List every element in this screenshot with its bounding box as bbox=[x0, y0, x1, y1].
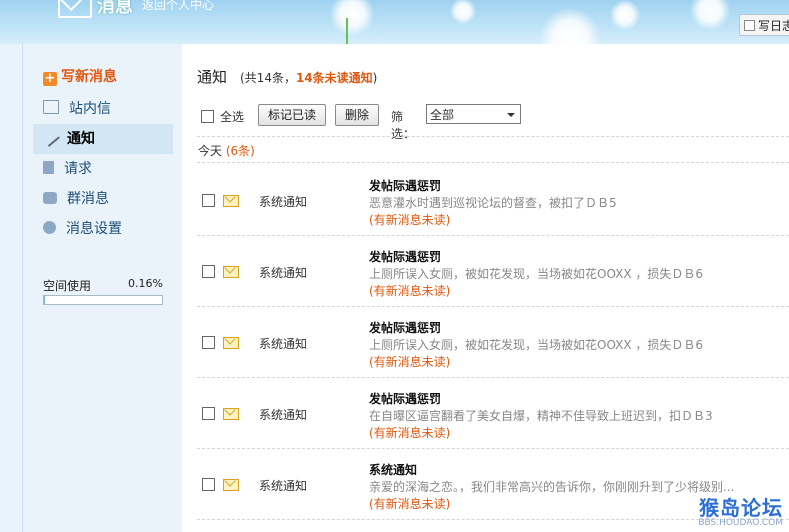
dandelion-decoration bbox=[610, 0, 640, 30]
divider bbox=[197, 235, 789, 236]
notification-row[interactable]: 系统通知 发帖际遇惩罚 恶意灌水时遇到巡视论坛的督查，被扣了ＤＢ5 (有新消息未… bbox=[197, 177, 789, 247]
dandelion-decoration bbox=[330, 0, 374, 36]
sidebar-item-message-settings[interactable]: 消息设置 bbox=[33, 214, 173, 244]
write-diary-button[interactable]: 写日志 bbox=[739, 14, 789, 36]
select-all[interactable]: 全选 bbox=[201, 108, 244, 125]
row-checkbox[interactable] bbox=[202, 478, 215, 491]
divider bbox=[197, 306, 789, 307]
main-panel: 通知 (共14条，14条未读通知) 全选 标记已读 删除 筛选： 全部 今天 (… bbox=[182, 44, 789, 532]
space-usage-bar bbox=[43, 295, 163, 305]
compose-message-button[interactable]: + 写新消息 bbox=[43, 66, 117, 86]
back-to-profile-link[interactable]: 返回个人中心 bbox=[142, 0, 214, 13]
unread-status[interactable]: (有新消息未读) bbox=[369, 495, 450, 512]
mark-read-button[interactable]: 标记已读 bbox=[258, 104, 326, 126]
count-prefix: (共14条， bbox=[240, 71, 296, 85]
delete-button[interactable]: 删除 bbox=[335, 104, 379, 126]
notification-title[interactable]: 系统通知 bbox=[369, 461, 417, 478]
compose-label: 写新消息 bbox=[61, 69, 117, 85]
page-header-title: 消息 bbox=[97, 0, 133, 17]
notification-row[interactable]: 系统通知 发帖际遇惩罚 在自曝区逼宫翻看了美女自爆，精神不佳导致上班迟到，扣ＤＢ… bbox=[197, 390, 789, 460]
chevron-down-icon bbox=[507, 113, 515, 117]
select-all-label: 全选 bbox=[220, 110, 245, 124]
unread-status[interactable]: (有新消息未读) bbox=[369, 353, 450, 370]
header-banner: 消息 返回个人中心 写日志 bbox=[0, 0, 789, 44]
dandelion-decoration bbox=[450, 0, 476, 24]
notification-count: (共14条，14条未读通知) bbox=[240, 69, 377, 86]
envelope-icon bbox=[223, 408, 239, 420]
sidebar-item-label: 群消息 bbox=[67, 191, 109, 207]
notification-title[interactable]: 发帖际遇惩罚 bbox=[369, 248, 441, 265]
sidebar-item-label: 请求 bbox=[64, 161, 92, 177]
notification-body: 亲爱的深海之恋。，我们非常高兴的告诉你，你刚刚升到了少将级别... bbox=[369, 480, 735, 494]
sidebar-item-requests[interactable]: 请求 bbox=[33, 154, 173, 184]
date-group-label: 今天 bbox=[198, 144, 223, 158]
envelope-icon bbox=[223, 337, 239, 349]
sidebar-item-label: 站内信 bbox=[69, 101, 111, 117]
notification-body: 在自曝区逼宫翻看了美女自爆，精神不佳导致上班迟到，扣ＤＢ3 bbox=[369, 409, 713, 423]
filter-select[interactable]: 全部 bbox=[426, 104, 521, 124]
divider bbox=[197, 377, 789, 378]
sidebar: + 写新消息 站内信 通知 请求 群消息 消息设置 空间使用 0.16% bbox=[22, 44, 183, 532]
sidebar-item-inbox[interactable]: 站内信 bbox=[33, 94, 173, 124]
space-usage-percent: 0.16% bbox=[128, 277, 163, 290]
divider bbox=[197, 448, 789, 449]
count-suffix: ) bbox=[372, 71, 378, 85]
notification-type: 系统通知 bbox=[259, 266, 308, 280]
row-checkbox[interactable] bbox=[202, 265, 215, 278]
plus-icon: + bbox=[43, 71, 57, 86]
divider bbox=[197, 162, 789, 163]
sidebar-item-group-messages[interactable]: 群消息 bbox=[33, 184, 173, 214]
speech-bubble-icon bbox=[43, 192, 57, 204]
filter-value: 全部 bbox=[430, 108, 455, 122]
document-icon bbox=[43, 161, 54, 174]
unread-status[interactable]: (有新消息未读) bbox=[369, 211, 450, 228]
date-group-header: 今天 (6条) bbox=[198, 142, 255, 159]
unread-status[interactable]: (有新消息未读) bbox=[369, 424, 450, 441]
notification-body: 上厕所误入女厕，被如花发现，当场被如花OOXX ，损失ＤＢ6 bbox=[369, 267, 704, 281]
write-diary-label: 写日志 bbox=[758, 19, 789, 33]
dandelion-decoration bbox=[690, 0, 730, 30]
envelope-icon bbox=[223, 479, 239, 491]
date-group-count: (6条) bbox=[225, 144, 255, 158]
notification-title[interactable]: 发帖际遇惩罚 bbox=[369, 177, 441, 194]
notification-title[interactable]: 发帖际遇惩罚 bbox=[369, 319, 441, 336]
sidebar-item-label: 通知 bbox=[67, 131, 95, 147]
mail-icon bbox=[43, 100, 59, 114]
watermark-title: 猴岛论坛 bbox=[699, 496, 783, 520]
notification-row[interactable]: 系统通知 发帖际遇惩罚 上厕所误入女厕，被如花发现，当场被如花OOXX ，损失Ｄ… bbox=[197, 319, 789, 389]
notification-type: 系统通知 bbox=[259, 337, 308, 351]
divider bbox=[197, 136, 789, 137]
notification-body: 恶意灌水时遇到巡视论坛的督查，被扣了ＤＢ5 bbox=[369, 196, 617, 210]
row-checkbox[interactable] bbox=[202, 407, 215, 420]
envelope-icon bbox=[223, 266, 239, 278]
site-watermark: 猴岛论坛 BBS.HOUDAO.COM bbox=[698, 492, 783, 528]
space-usage-label: 空间使用 bbox=[43, 279, 92, 293]
notification-row[interactable]: 系统通知 发帖际遇惩罚 上厕所误入女厕，被如花发现，当场被如花OOXX ，损失Ｄ… bbox=[197, 248, 789, 318]
row-checkbox[interactable] bbox=[202, 336, 215, 349]
notification-type: 系统通知 bbox=[259, 408, 308, 422]
sidebar-item-label: 消息设置 bbox=[66, 221, 122, 237]
notification-title[interactable]: 发帖际遇惩罚 bbox=[369, 390, 441, 407]
dandelion-stem bbox=[346, 18, 348, 44]
row-checkbox[interactable] bbox=[202, 194, 215, 207]
envelope-icon bbox=[58, 0, 92, 18]
pencil-icon bbox=[40, 127, 60, 147]
sidebar-item-notifications[interactable]: 通知 bbox=[33, 124, 173, 154]
notification-type: 系统通知 bbox=[259, 479, 308, 493]
dandelion-decoration bbox=[540, 8, 600, 44]
settings-icon bbox=[43, 221, 56, 234]
sidebar-nav: 站内信 通知 请求 群消息 消息设置 bbox=[33, 94, 173, 244]
unread-count: 14条未读通知 bbox=[295, 71, 373, 85]
notification-type: 系统通知 bbox=[259, 195, 308, 209]
unread-status[interactable]: (有新消息未读) bbox=[369, 282, 450, 299]
watermark-url: BBS.HOUDAO.COM bbox=[698, 518, 783, 528]
page-title: 通知 bbox=[197, 68, 228, 86]
edit-icon bbox=[744, 20, 755, 31]
notification-body: 上厕所误入女厕，被如花发现，当场被如花OOXX ，损失ＤＢ6 bbox=[369, 338, 704, 352]
select-all-checkbox[interactable] bbox=[201, 110, 214, 123]
envelope-icon bbox=[223, 195, 239, 207]
